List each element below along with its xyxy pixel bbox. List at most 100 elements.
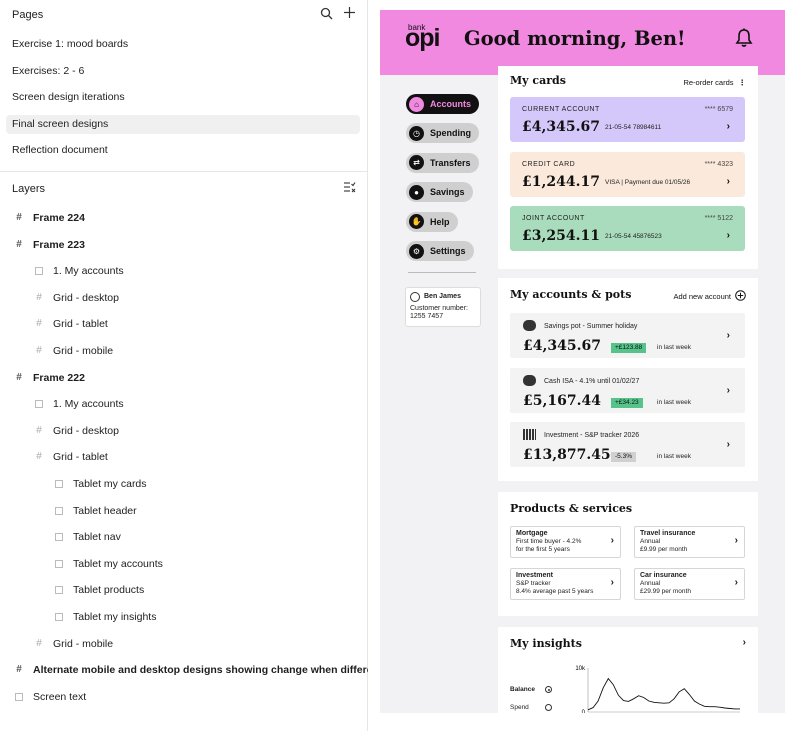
logo: opi [405, 24, 440, 52]
insights-chevron-icon[interactable]: › [743, 637, 746, 648]
add-new-account-button[interactable]: Add new account [673, 290, 746, 303]
rectangle-shape [55, 480, 63, 488]
layer-row[interactable]: 1. My accounts [33, 262, 124, 280]
card-type: CURRENT ACCOUNT [522, 106, 600, 113]
chevron-right-icon: › [726, 330, 730, 341]
account-pot-item[interactable]: Investment - S&P tracker 2026 £13,877.45-… [510, 422, 745, 467]
account-pot-item[interactable]: Cash ISA - 4.1% until 01/02/27 £5,167.44 +… [510, 367, 745, 413]
layer-row[interactable]: # Grid - tablet [33, 315, 108, 333]
product-card[interactable]: Mortgage First time buyer - 4.2% for the f… [510, 526, 621, 558]
layer-label: Tablet my cards [73, 478, 147, 490]
product-title: Investment [516, 572, 553, 579]
rectangle-icon [53, 611, 65, 623]
card-type: CREDIT CARD [522, 160, 576, 168]
layer-label: Screen text [33, 690, 87, 703]
page-item[interactable]: Final screen designs [6, 114, 360, 134]
radio-button[interactable] [545, 704, 552, 711]
account-name: Cash ISA - 4.1% until 01/02/27 [544, 377, 640, 385]
layer-row[interactable]: # Frame 223 [13, 236, 85, 254]
layer-row[interactable]: # Grid - mobile [33, 342, 113, 360]
layer-label: Alternate mobile and desktop designs sho… [33, 664, 408, 677]
layer-row[interactable]: # Frame 224 [13, 209, 85, 227]
rectangle-shape [35, 267, 43, 276]
card-balance: £4,345.67 [522, 119, 600, 135]
piggy-bank-icon [523, 374, 536, 386]
card-type: JOINT ACCOUNT [522, 215, 585, 222]
chevron-right-icon: › [610, 577, 614, 588]
layer-label: Tablet header [73, 504, 137, 517]
rectangle-icon [53, 478, 65, 490]
nav-help-button[interactable]: ✋ Help [406, 211, 458, 232]
product-card[interactable]: Car insurance Annual £29.99 per month › [634, 568, 745, 600]
card-balance: £3,254.11 [522, 228, 600, 244]
nav-accounts-button[interactable]: ⌂ Accounts [406, 94, 480, 114]
layer-row[interactable]: # Grid - tablet [33, 448, 108, 466]
rectangle-shape [55, 533, 63, 542]
nav-savings-button[interactable]: ● Savings [406, 182, 473, 203]
card-info: 21-05-54 78984611 [605, 124, 662, 131]
layer-row[interactable]: Tablet my insights [53, 608, 156, 626]
layer-row[interactable]: Screen text [13, 688, 86, 706]
bell-icon[interactable] [735, 28, 755, 48]
product-title: Mortgage [516, 530, 548, 537]
layer-row[interactable]: # Grid - desktop [33, 422, 119, 440]
radio-button[interactable] [545, 686, 552, 693]
layer-row[interactable]: 1. My accounts [33, 395, 124, 413]
grid-icon: # [36, 451, 42, 463]
card-number-mask: **** 4323 [704, 160, 733, 168]
add-page-icon[interactable] [343, 6, 356, 22]
panel-divider [0, 171, 367, 172]
layer-row[interactable]: # Grid - desktop [33, 289, 119, 307]
layer-row[interactable]: Tablet header [53, 502, 137, 520]
nav-transfers-button[interactable]: ⇄ Transfers [406, 152, 479, 173]
layer-row[interactable]: # Frame 222 [13, 369, 85, 387]
page-item[interactable]: Exercises: 2 - 6 [6, 62, 360, 81]
rectangle-icon [53, 531, 65, 543]
search-icon[interactable] [320, 7, 333, 23]
account-card[interactable]: JOINT ACCOUNT **** 5122 £3,254.11 21-05-54 … [510, 206, 745, 251]
reorder-cards-label: Re-order cards [683, 78, 734, 87]
layer-label: Grid - tablet [53, 451, 108, 464]
account-card[interactable]: CURRENT ACCOUNT **** 6579 £4,345.67 21-05-5… [510, 97, 745, 142]
account-name: Savings pot - Summer holiday [544, 323, 638, 330]
rectangle-icon [33, 398, 45, 410]
change-badge: -5.3% [611, 452, 636, 462]
page-item[interactable]: Screen design iterations [6, 88, 360, 107]
more-icon: ⋮ [738, 78, 747, 87]
page-item[interactable]: Reflection document [6, 141, 360, 160]
product-title: Travel insurance [640, 530, 696, 537]
layer-row[interactable]: Tablet my cards [53, 475, 147, 493]
nav-settings-button[interactable]: ⚙ Settings [406, 241, 474, 261]
grid-icon: # [36, 637, 42, 649]
change-badge: +£123.88 [611, 343, 647, 353]
nav-spending-button[interactable]: ◷ Spending [406, 123, 479, 144]
nav-label: Savings [430, 187, 465, 198]
rectangle-shape [35, 400, 43, 409]
layer-row[interactable]: # Alternate mobile and desktop designs sh… [13, 661, 408, 679]
product-card[interactable]: Investment S&P tracker 8.4% average past 5… [510, 568, 621, 600]
layer-row[interactable]: # Grid - mobile [33, 635, 113, 653]
user-card[interactable]: Ben James Customer number: 1255 7457 [405, 287, 481, 327]
layer-label: Frame 222 [33, 371, 85, 384]
account-pot-item[interactable]: Savings pot - Summer holiday £4,345.67 +£1… [510, 313, 745, 358]
plus-circle-icon [735, 290, 746, 303]
nav-label: Settings [430, 246, 466, 256]
page-item[interactable]: Exercise 1: mood boards [6, 35, 360, 54]
layer-label: Grid - desktop [53, 424, 119, 437]
product-line1: Annual [640, 538, 661, 545]
reorder-cards-button[interactable]: Re-order cards ⋮ [683, 78, 746, 87]
layers-title: Layers [12, 183, 46, 195]
layer-row[interactable]: Tablet nav [53, 528, 121, 546]
piggy-bank-icon: ● [409, 184, 424, 200]
layer-filter-icon[interactable] [343, 181, 356, 196]
grid-icon: # [36, 345, 42, 356]
layer-row[interactable]: Tablet products [53, 581, 144, 599]
frame-icon: # [16, 212, 22, 223]
layer-label: Frame 223 [33, 238, 85, 251]
product-line2: for the first 5 years [516, 546, 570, 553]
layer-row[interactable]: Tablet my accounts [53, 555, 163, 573]
chevron-right-icon: › [734, 577, 738, 588]
account-card[interactable]: CREDIT CARD **** 4323 £1,244.17 VISA | Paym… [510, 151, 745, 197]
product-card[interactable]: Travel insurance Annual £9.99 per month › [634, 526, 745, 558]
product-line1: S&P tracker [516, 580, 551, 587]
